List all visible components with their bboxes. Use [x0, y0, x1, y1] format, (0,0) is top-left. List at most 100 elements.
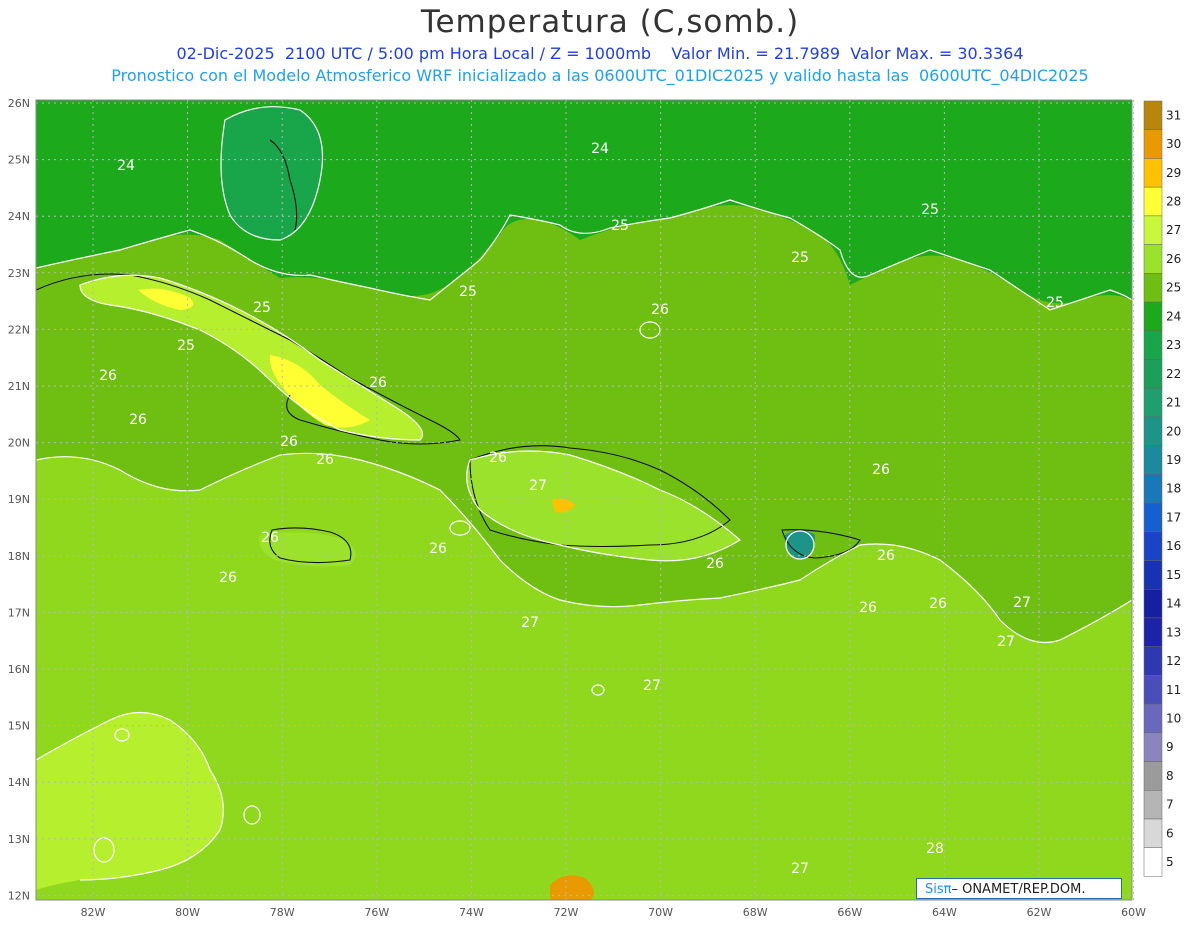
contour-value-label: 25: [791, 250, 809, 266]
colorbar-label: 15: [1166, 568, 1181, 582]
lon-tick-label: 78W: [270, 906, 295, 919]
colorbar-label: 13: [1166, 625, 1181, 639]
credit-box: Sisπ– ONAMET/REP.DOM.: [916, 878, 1122, 899]
lat-tick-label: 26N: [8, 97, 30, 110]
lon-tick-label: 70W: [648, 906, 673, 919]
lat-tick-label: 18N: [8, 550, 30, 563]
contour-value-label: 26: [651, 302, 669, 318]
lat-tick-label: 20N: [8, 437, 30, 450]
colorbar-label: 31: [1166, 108, 1181, 122]
colorbar-label: 19: [1166, 453, 1181, 467]
lon-tick-label: 64W: [932, 906, 957, 919]
contour-value-label: 27: [997, 634, 1015, 650]
colorbar-swatch: [1143, 445, 1163, 475]
lon-tick-label: 68W: [743, 906, 768, 919]
contour-value-label: 27: [791, 861, 809, 877]
latitude-labels: 26N 25N 24N 23N 22N 21N 20N 19N 18N 17N 16N 15N 14N 1…: [8, 97, 30, 902]
colorbar-swatch: [1143, 818, 1163, 848]
lon-tick-label: 72W: [554, 906, 579, 919]
colorbar-swatch: [1143, 387, 1163, 418]
lon-tick-label: 80W: [175, 906, 200, 919]
contour-value-label: 25: [177, 338, 195, 354]
colorbar-label: 12: [1166, 654, 1181, 668]
contour-value-label: 27: [1013, 595, 1031, 611]
contour-value-label: 26: [929, 596, 947, 612]
lat-tick-label: 17N: [8, 606, 30, 619]
contour-value-label: 26: [261, 530, 279, 546]
colorbar-label: 8: [1166, 769, 1174, 783]
lat-tick-label: 16N: [8, 663, 30, 676]
lat-tick-label: 22N: [8, 323, 30, 336]
colorbar-label: 26: [1166, 252, 1181, 266]
colorbar-swatch: [1143, 531, 1163, 561]
colorbar-label: 9: [1166, 740, 1174, 754]
colorbar-swatch: [1143, 617, 1163, 647]
colorbar-label: 20: [1166, 424, 1181, 438]
colorbar-swatch: [1143, 847, 1163, 877]
lon-tick-label: 76W: [364, 906, 389, 919]
contour-value-label: 26: [706, 556, 724, 572]
colorbar-swatch: [1143, 244, 1163, 274]
lat-tick-label: 24N: [8, 210, 30, 223]
colorbar-label: 29: [1166, 166, 1181, 180]
contour-value-label: 26: [99, 368, 117, 384]
colorbar-label: 18: [1166, 482, 1181, 496]
colorbar-label: 11: [1166, 683, 1181, 697]
colorbar-swatch: [1143, 560, 1163, 590]
colorbar-swatch: [1143, 761, 1163, 791]
contour-value-label: 26: [280, 434, 298, 450]
lat-tick-label: 23N: [8, 267, 30, 280]
lon-tick-label: 66W: [837, 906, 862, 919]
lat-tick-label: 12N: [8, 889, 30, 902]
colorbar-label: 6: [1166, 826, 1174, 840]
colorbar-swatch: [1143, 790, 1163, 820]
colorbar: 31 30 29 28 27 26 25 24 23 22 21 20 19 18 17 16 15 14 13 12…: [1143, 100, 1181, 877]
colorbar-swatch: [1143, 359, 1163, 389]
credit-org: – ONAMET/REP.DOM.: [951, 882, 1086, 897]
contour-value-label: 26: [129, 412, 147, 428]
lon-tick-label: 60W: [1121, 906, 1146, 919]
contour-value-label: 25: [1046, 295, 1064, 311]
colorbar-label: 21: [1166, 396, 1181, 410]
colorbar-swatch: [1143, 330, 1163, 360]
colorbar-label: 22: [1166, 367, 1181, 381]
colorbar-label: 27: [1166, 223, 1181, 237]
colorbar-swatch: [1143, 416, 1163, 446]
colorbar-swatch: [1143, 100, 1163, 130]
colorbar-label: 7: [1166, 798, 1174, 812]
colorbar-swatch: [1143, 301, 1163, 332]
contour-value-label: 25: [253, 300, 271, 316]
contour-value-label: 24: [117, 158, 135, 174]
lat-tick-label: 14N: [8, 776, 30, 789]
colorbar-label: 28: [1166, 195, 1181, 209]
colorbar-swatch: [1143, 732, 1163, 762]
colorbar-swatch: [1143, 129, 1163, 159]
colorbar-swatch: [1143, 186, 1163, 217]
colorbar-label: 16: [1166, 539, 1181, 553]
lon-tick-label: 74W: [459, 906, 484, 919]
colorbar-swatch: [1143, 158, 1163, 188]
colorbar-label: 5: [1166, 855, 1174, 869]
contour-value-label: 27: [643, 678, 661, 694]
lat-tick-label: 21N: [8, 380, 30, 393]
colorbar-swatch: [1143, 502, 1163, 533]
contour-value-label: 25: [921, 202, 939, 218]
colorbar-label: 10: [1166, 711, 1181, 725]
contour-value-label: 26: [219, 570, 237, 586]
colorbar-swatch: [1143, 215, 1163, 245]
contour-value-label: 26: [489, 450, 507, 466]
colorbar-swatch: [1143, 703, 1163, 734]
colorbar-swatch: [1143, 646, 1163, 676]
sis-logo-text: Sisπ: [925, 882, 952, 897]
contour-value-label: 27: [529, 478, 547, 494]
colorbar-swatch: [1143, 474, 1163, 504]
colorbar-label: 25: [1166, 281, 1181, 295]
colorbar-label: 24: [1166, 309, 1181, 323]
contour-value-label: 26: [872, 462, 890, 478]
lon-tick-label: 82W: [81, 906, 106, 919]
contour-value-label: 26: [859, 600, 877, 616]
contour-value-label: 26: [316, 452, 334, 468]
lat-tick-label: 13N: [8, 833, 30, 846]
lon-tick-label: 62W: [1027, 906, 1052, 919]
contour-value-label: 28: [926, 841, 944, 857]
